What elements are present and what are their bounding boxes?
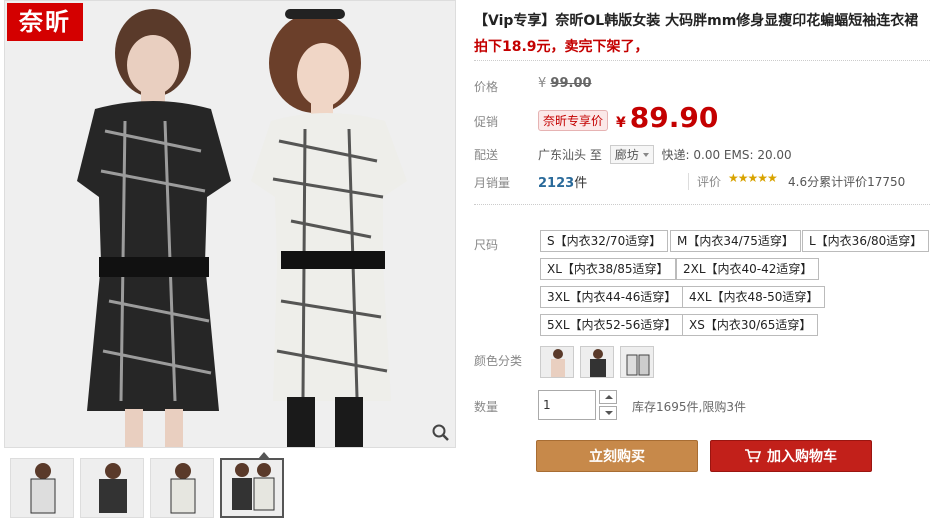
size-label: 尺码 bbox=[474, 238, 499, 252]
cart-icon bbox=[745, 449, 761, 463]
product-title: 【Vip专享】奈昕OL韩版女装 大码胖mm修身显瘦印花蝙蝠短袖连衣裙 bbox=[474, 13, 919, 29]
color-swatch[interactable] bbox=[540, 346, 574, 378]
ship-from: 广东汕头 bbox=[538, 148, 587, 162]
sales-unit: 件 bbox=[574, 176, 588, 191]
quantity-decrease-button[interactable] bbox=[599, 406, 617, 420]
size-option[interactable]: 2XL【内衣40-42适穿】 bbox=[676, 258, 820, 280]
quantity-input[interactable] bbox=[538, 390, 596, 420]
rating-label: 评价 bbox=[688, 173, 721, 190]
size-option[interactable]: S【内衣32/70适穿】 bbox=[540, 230, 669, 252]
size-option[interactable]: XL【内衣38/85适穿】 bbox=[540, 258, 676, 280]
brand-logo: 奈昕 bbox=[7, 3, 83, 41]
destination-select[interactable]: 廊坊 bbox=[609, 145, 654, 164]
color-swatch[interactable] bbox=[580, 346, 614, 378]
product-photo bbox=[5, 1, 455, 447]
price-label: 价格 bbox=[474, 80, 499, 94]
original-price-value: 99.00 bbox=[550, 76, 592, 91]
stock-info: 库存1695件,限购3件 bbox=[632, 400, 746, 414]
buy-now-button[interactable]: 立刻购买 bbox=[536, 440, 698, 472]
zoom-icon[interactable] bbox=[431, 423, 451, 443]
quantity-increase-button[interactable] bbox=[599, 390, 617, 404]
size-option[interactable]: L【内衣36/80适穿】 bbox=[802, 230, 930, 252]
currency-symbol: ¥ bbox=[616, 115, 626, 131]
promo-price-value: 89.90 bbox=[629, 101, 719, 134]
product-subtitle: 拍下18.9元，卖完下架了， bbox=[474, 39, 649, 55]
thumbnail[interactable] bbox=[80, 458, 144, 518]
main-product-image[interactable]: 奈昕 bbox=[4, 0, 456, 448]
add-to-cart-button[interactable]: 加入购物车 bbox=[710, 440, 872, 472]
size-option[interactable]: XS【内衣30/65适穿】 bbox=[682, 314, 819, 336]
size-option[interactable]: 3XL【内衣44-46适穿】 bbox=[540, 286, 684, 308]
quantity-label: 数量 bbox=[474, 400, 499, 414]
promo-label: 促销 bbox=[474, 115, 499, 129]
promo-price: ¥89.90 bbox=[616, 100, 718, 141]
original-price: ¥ 99.00 bbox=[538, 76, 592, 91]
thumbnail[interactable] bbox=[10, 458, 74, 518]
size-option[interactable]: M【内衣34/75适穿】 bbox=[670, 230, 801, 252]
color-swatch[interactable] bbox=[620, 346, 654, 378]
currency-symbol: ¥ bbox=[538, 76, 547, 91]
size-option[interactable]: 5XL【内衣52-56适穿】 bbox=[540, 314, 684, 336]
rating-stars-icon: ★★★★★ bbox=[728, 171, 778, 185]
promo-tag: 奈昕专享价 bbox=[538, 110, 609, 131]
monthly-sales: 2123件 bbox=[538, 172, 587, 191]
size-option[interactable]: 4XL【内衣48-50适穿】 bbox=[682, 286, 826, 308]
divider bbox=[474, 204, 930, 205]
rating-summary[interactable]: 4.6分累计评价17750 bbox=[788, 173, 905, 190]
thumbnail[interactable] bbox=[220, 458, 284, 518]
thumbnail[interactable] bbox=[150, 458, 214, 518]
shipping-label: 配送 bbox=[474, 148, 499, 162]
thumbnail-strip bbox=[4, 452, 456, 520]
shipping-info: 广东汕头 至 廊坊 快递: 0.00 EMS: 20.00 bbox=[538, 145, 792, 164]
divider bbox=[474, 60, 930, 61]
shipping-fees: 快递: 0.00 EMS: 20.00 bbox=[661, 148, 792, 162]
color-label: 颜色分类 bbox=[474, 354, 523, 368]
monthly-sales-label: 月销量 bbox=[474, 176, 511, 190]
add-to-cart-label: 加入购物车 bbox=[767, 449, 837, 465]
product-info-panel: 【Vip专享】奈昕OL韩版女装 大码胖mm修身显瘦印花蝙蝠短袖连衣裙 拍下18.… bbox=[458, 0, 930, 520]
ship-to-word: 至 bbox=[589, 148, 602, 162]
sales-count: 2123 bbox=[538, 176, 575, 191]
